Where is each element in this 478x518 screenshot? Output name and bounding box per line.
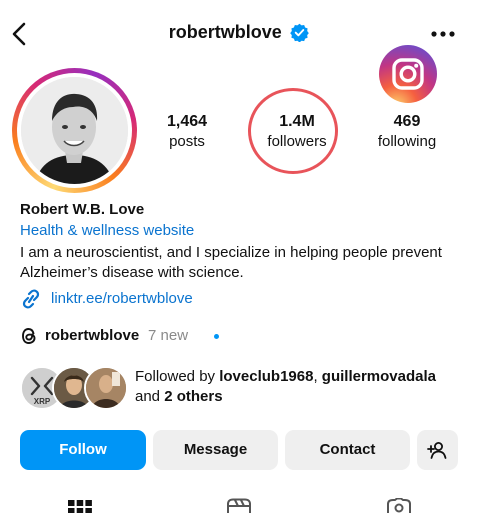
profile-avatar [21, 77, 128, 184]
threads-username: robertwblove [45, 327, 140, 344]
xrp-logo-text: XRP [34, 397, 51, 406]
threads-new-count: 7 new [148, 327, 189, 344]
posts-count: 1,464 [166, 113, 208, 130]
posts-stat[interactable]: 1,464 posts [148, 112, 226, 152]
profile-link[interactable]: linktr.ee/robertwblove [51, 290, 193, 307]
profile-bio: I am a neuroscientist, and I specialize … [20, 244, 442, 281]
suggested-accounts-button[interactable] [417, 430, 458, 470]
mutual-avatar-3 [84, 366, 128, 410]
followers-label: followers [267, 133, 327, 150]
more-icon[interactable] [428, 26, 458, 42]
mutual-followers-text[interactable]: Followed by loveclub1968, guillermovadal… [135, 367, 465, 407]
avatar-inner-ring [17, 73, 132, 188]
link-chain-icon [20, 289, 42, 309]
follow-button[interactable]: Follow [20, 430, 146, 470]
header-title-wrap: robertwblove [0, 22, 478, 43]
profile-story-ring[interactable] [12, 68, 137, 193]
followers-count: 1.4M [279, 113, 315, 130]
mutual-and: and [135, 388, 165, 405]
contact-button[interactable]: Contact [285, 430, 410, 470]
following-count: 469 [393, 113, 421, 130]
threads-new-dot [214, 334, 219, 339]
reels-tab-icon[interactable] [226, 498, 252, 513]
followers-stat[interactable]: 1.4M followers [258, 112, 336, 152]
following-stat[interactable]: 469 following [368, 112, 446, 152]
profile-username-title: robertwblove [168, 22, 282, 42]
grid-tab-icon[interactable] [68, 498, 92, 513]
verified-badge-icon [290, 23, 310, 43]
tagged-tab-icon[interactable] [386, 497, 412, 513]
following-label: following [377, 133, 437, 150]
message-button[interactable]: Message [153, 430, 278, 470]
threads-icon [20, 326, 38, 346]
mutual-separator: , [313, 368, 322, 385]
followed-by-prefix: Followed by [135, 368, 220, 385]
add-person-icon [427, 442, 447, 459]
profile-full-name: Robert W.B. Love [20, 201, 145, 218]
posts-label: posts [169, 133, 205, 150]
profile-category[interactable]: Health & wellness website [20, 222, 194, 239]
instagram-logo-icon [379, 45, 437, 103]
mutual-others-count: 2 others [164, 388, 223, 405]
mutual-follower-2: guillermovadala [321, 368, 436, 385]
mutual-follower-1: loveclub1968 [219, 368, 314, 385]
mutual-followers-avatars[interactable]: XRP [20, 366, 128, 410]
